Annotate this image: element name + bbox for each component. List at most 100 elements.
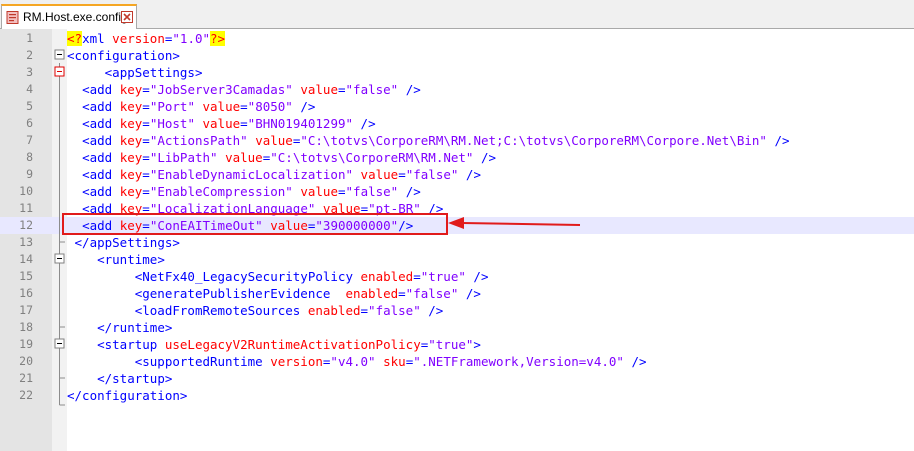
code-token: value: [322, 201, 361, 216]
code-token: <startup: [97, 337, 165, 352]
code-token: =: [398, 286, 406, 301]
code-text: <loadFromRemoteSources enabled="false" /…: [67, 302, 444, 319]
code-token: key: [119, 218, 143, 233]
line-number: 15: [19, 269, 33, 283]
code-token: "v4.0": [330, 354, 376, 369]
code-token: <generatePublisherEvidence: [134, 286, 346, 301]
code-line[interactable]: 4 <add key="JobServer3Camadas" value="fa…: [0, 81, 914, 98]
code-text: <?xml version="1.0"?>: [67, 30, 226, 47]
code-token: "EnableDynamicLocalization": [149, 167, 354, 182]
code-token: "pt-BR": [368, 201, 421, 216]
code-line[interactable]: 18 </runtime>: [0, 319, 914, 336]
code-token: "LocalizationLanguage": [149, 201, 316, 216]
code-token: />: [420, 201, 444, 216]
code-token: <configuration>: [67, 48, 180, 63]
code-token: />: [420, 303, 444, 318]
close-icon[interactable]: [121, 11, 133, 23]
code-token: />: [292, 99, 316, 114]
line-number: 9: [26, 167, 33, 181]
collapse-icon[interactable]: [54, 253, 65, 264]
code-line[interactable]: 10 <add key="EnableCompression" value="f…: [0, 183, 914, 200]
code-token: value: [202, 116, 241, 131]
code-token: </runtime>: [97, 320, 173, 335]
code-token: />: [398, 184, 421, 199]
code-token: <add: [82, 167, 120, 182]
code-token: key: [119, 116, 143, 131]
code-token: value: [300, 184, 338, 199]
code-line[interactable]: 9 <add key="EnableDynamicLocalization" v…: [0, 166, 914, 183]
code-token: "BHN019401299": [247, 116, 354, 131]
code-line[interactable]: 8 <add key="LibPath" value="C:\totvs\Cor…: [0, 149, 914, 166]
code-token: <add: [82, 201, 120, 216]
code-line[interactable]: 20 <supportedRuntime version="v4.0" sku=…: [0, 353, 914, 370]
code-line[interactable]: 15 <NetFx40_LegacySecurityPolicy enabled…: [0, 268, 914, 285]
line-number: 10: [19, 184, 33, 198]
line-number: 1: [26, 31, 33, 45]
tab-file[interactable]: RM.Host.exe.config: [1, 4, 137, 29]
code-token: key: [119, 201, 143, 216]
code-token: "ConEAITimeOut": [149, 218, 263, 233]
collapse-icon[interactable]: [54, 338, 65, 349]
code-line[interactable]: 3 <appSettings>: [0, 64, 914, 81]
code-token: key: [119, 184, 143, 199]
code-text: <supportedRuntime version="v4.0" sku=".N…: [67, 353, 647, 370]
code-text: <add key="Port" value="8050" />: [67, 98, 315, 115]
code-token: </startup>: [97, 371, 173, 386]
tab-bar: RM.Host.exe.config: [0, 0, 914, 29]
code-text: <appSettings>: [67, 64, 203, 81]
code-token: useLegacyV2RuntimeActivationPolicy: [164, 337, 421, 352]
code-line[interactable]: 21 </startup>: [0, 370, 914, 387]
code-line[interactable]: 11 <add key="LocalizationLanguage" value…: [0, 200, 914, 217]
code-line[interactable]: 14 <runtime>: [0, 251, 914, 268]
code-token: =: [142, 167, 150, 182]
code-editor[interactable]: 1 <?xml version="1.0"?> 2 <configuration> 3 …: [0, 29, 914, 451]
code-line[interactable]: 6 <add key="Host" value="BHN019401299" /…: [0, 115, 914, 132]
code-line[interactable]: 12 <add key="ConEAITimeOut" value="39000…: [0, 217, 914, 234]
code-token: ".NETFramework,Version=v4.0": [413, 354, 624, 369]
code-text: </configuration>: [67, 387, 187, 404]
code-token: key: [119, 99, 143, 114]
fold-markers: [54, 49, 65, 406]
code-token: </configuration>: [67, 388, 188, 403]
code-token: version: [270, 354, 323, 369]
code-line[interactable]: 2 <configuration>: [0, 47, 914, 64]
code-token: =: [240, 116, 248, 131]
code-token: ?>: [210, 31, 226, 46]
code-line[interactable]: 13 </appSettings>: [0, 234, 914, 251]
code-line[interactable]: 5 <add key="Port" value="8050" />: [0, 98, 914, 115]
code-token: />: [465, 269, 489, 284]
code-line[interactable]: 19 <startup useLegacyV2RuntimeActivation…: [0, 336, 914, 353]
code-line[interactable]: 17 <loadFromRemoteSources enabled="false…: [0, 302, 914, 319]
code-line[interactable]: 16 <generatePublisherEvidence enabled="f…: [0, 285, 914, 302]
code-token: "true": [420, 269, 466, 284]
collapse-icon[interactable]: [54, 66, 65, 77]
code-token: "C:\totvs\CorporeRM\RM.Net;C:\totvs\Corp…: [300, 133, 767, 148]
code-token: "false": [345, 184, 399, 199]
code-token: value: [225, 150, 263, 165]
line-number: 21: [19, 371, 33, 385]
code-token: value: [255, 133, 293, 148]
line-number: 11: [19, 201, 33, 215]
code-token: key: [119, 82, 143, 97]
code-token: key: [119, 167, 143, 182]
code-token: />: [398, 82, 421, 97]
code-token: "LibPath": [149, 150, 218, 165]
code-token: sku: [383, 354, 406, 369]
tab-title: RM.Host.exe.config: [23, 10, 128, 24]
code-line[interactable]: 1 <?xml version="1.0"?>: [0, 30, 914, 47]
code-line[interactable]: 22 </configuration>: [0, 387, 914, 404]
code-token: key: [119, 150, 143, 165]
code-line[interactable]: 7 <add key="ActionsPath" value="C:\totvs…: [0, 132, 914, 149]
code-token: "false": [345, 82, 399, 97]
collapse-icon[interactable]: [54, 49, 65, 60]
code-token: enabled: [307, 303, 361, 318]
